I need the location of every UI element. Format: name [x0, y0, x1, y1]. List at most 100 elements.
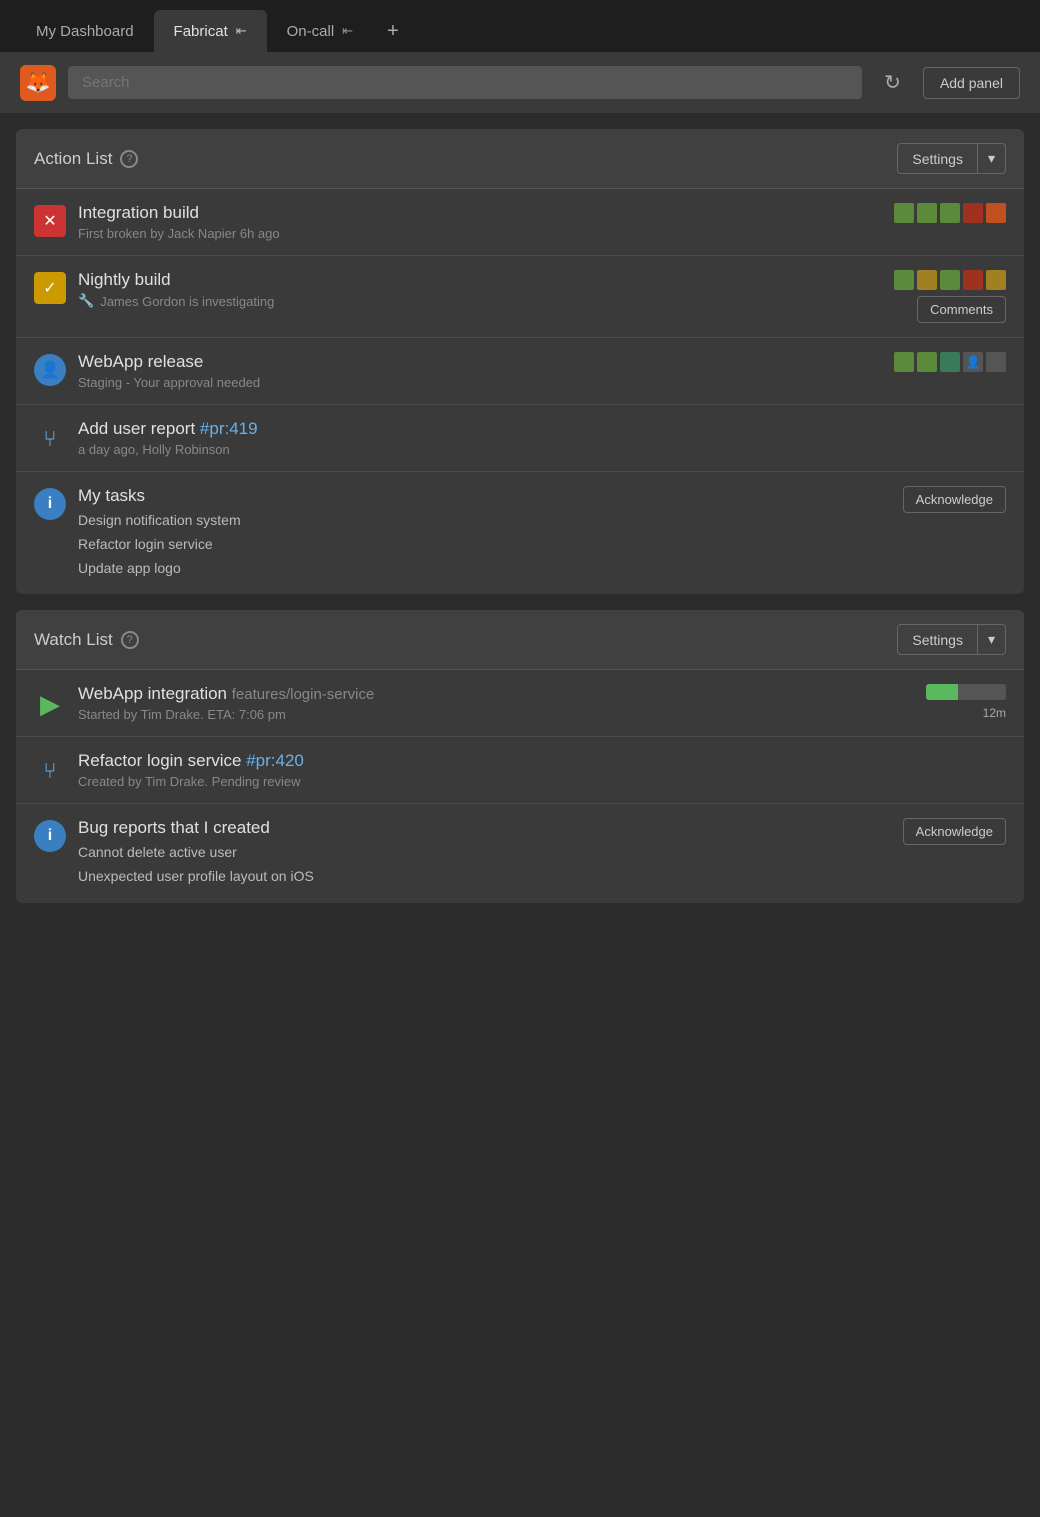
sq5: [986, 352, 1006, 372]
bug-reports-content: Bug reports that I created Cannot delete…: [78, 818, 891, 889]
sq3: [940, 352, 960, 372]
integration-build-content: Integration build First broken by Jack N…: [78, 203, 882, 241]
refactor-login-content: Refactor login service #pr:420 Created b…: [78, 751, 1006, 789]
nightly-build-icon: ✓: [34, 272, 66, 304]
bug-task-item: Unexpected user profile layout on iOS: [78, 865, 891, 889]
webapp-integration-icon: ▶: [34, 688, 66, 720]
action-list-settings-dropdown[interactable]: ▾: [977, 144, 1005, 173]
my-tasks-acknowledge-button[interactable]: Acknowledge: [903, 486, 1006, 513]
add-user-report-title: Add user report #pr:419: [78, 419, 1006, 439]
nightly-build-subtitle: 🔧 James Gordon is investigating: [78, 293, 882, 309]
list-item: i My tasks Design notification system Re…: [16, 472, 1024, 594]
tab-my-dashboard[interactable]: My Dashboard: [16, 10, 154, 52]
nightly-build-comments-button[interactable]: Comments: [917, 296, 1006, 323]
sq2: [917, 270, 937, 290]
tab-fabricat-label: Fabricat: [174, 23, 228, 40]
refactor-login-title: Refactor login service #pr:420: [78, 751, 1006, 771]
webapp-release-right: 👤: [894, 352, 1006, 372]
add-user-report-subtitle: a day ago, Holly Robinson: [78, 442, 1006, 457]
watch-list-header: Watch List ? Settings ▾: [16, 610, 1024, 670]
share-icon: ⇤: [236, 23, 247, 39]
add-panel-button[interactable]: Add panel: [923, 67, 1020, 99]
webapp-release-title: WebApp release: [78, 352, 882, 372]
nightly-build-title: Nightly build: [78, 270, 882, 290]
watch-list-panel: Watch List ? Settings ▾ ▶ WebApp integra…: [16, 610, 1024, 903]
refactor-login-subtitle: Created by Tim Drake. Pending review: [78, 774, 1006, 789]
pr-link: #pr:420: [246, 751, 304, 770]
action-list-help-icon[interactable]: ?: [120, 150, 138, 168]
bug-reports-right: Acknowledge: [903, 818, 1006, 845]
list-item: ✕ Integration build First broken by Jack…: [16, 189, 1024, 256]
sq1: [894, 203, 914, 223]
webapp-release-subtitle: Staging - Your approval needed: [78, 375, 882, 390]
list-item: ▶ WebApp integration features/login-serv…: [16, 670, 1024, 737]
webapp-integration-title: WebApp integration features/login-servic…: [78, 684, 914, 704]
status-squares: 👤: [894, 352, 1006, 372]
refresh-button[interactable]: ↻: [874, 64, 911, 101]
action-list-header: Action List ? Settings ▾: [16, 129, 1024, 189]
my-tasks-content: My tasks Design notification system Refa…: [78, 486, 891, 580]
share-icon-oncall: ⇤: [342, 23, 353, 39]
tab-on-call-label: On-call: [287, 23, 335, 40]
toolbar: 🦊 ↻ Add panel: [0, 52, 1040, 113]
webapp-integration-right: 12m: [926, 684, 1006, 720]
sq4: [963, 270, 983, 290]
webapp-release-icon: 👤: [34, 354, 66, 386]
watch-list-title: Watch List ?: [34, 630, 139, 650]
sq2: [917, 352, 937, 372]
git-branch-icon: ⑂: [43, 760, 56, 782]
add-user-report-icon: ⑂: [34, 423, 66, 455]
tab-fabricat[interactable]: Fabricat ⇤: [154, 10, 267, 52]
progress-label: 12m: [983, 706, 1006, 720]
pr-link: #pr:419: [200, 419, 258, 438]
list-item: ✓ Nightly build 🔧 James Gordon is invest…: [16, 256, 1024, 338]
progress-fill: [926, 684, 958, 700]
git-branch-icon: ⑂: [43, 428, 56, 450]
sq5: [986, 270, 1006, 290]
refactor-login-icon: ⑂: [34, 755, 66, 787]
watch-list-help-icon[interactable]: ?: [121, 631, 139, 649]
progress-bar: [926, 684, 1006, 700]
sq4: 👤: [963, 352, 983, 372]
task-item: Update app logo: [78, 557, 891, 581]
bug-reports-icon: i: [34, 820, 66, 852]
progress-bar-wrap: [926, 684, 1006, 700]
task-item: Refactor login service: [78, 533, 891, 557]
add-user-report-content: Add user report #pr:419 a day ago, Holly…: [78, 419, 1006, 457]
bug-reports-acknowledge-button[interactable]: Acknowledge: [903, 818, 1006, 845]
webapp-integration-subtitle: Started by Tim Drake. ETA: 7:06 pm: [78, 707, 914, 722]
action-list-settings-button[interactable]: Settings: [898, 144, 977, 173]
webapp-release-content: WebApp release Staging - Your approval n…: [78, 352, 882, 390]
status-squares: [894, 270, 1006, 290]
sq2: [917, 203, 937, 223]
list-item: 👤 WebApp release Staging - Your approval…: [16, 338, 1024, 405]
tab-on-call[interactable]: On-call ⇤: [267, 10, 373, 52]
bug-task-item: Cannot delete active user: [78, 841, 891, 865]
action-list-settings-group: Settings ▾: [897, 143, 1006, 174]
bug-reports-title: Bug reports that I created: [78, 818, 891, 838]
sq3: [940, 203, 960, 223]
integration-build-subtitle: First broken by Jack Napier 6h ago: [78, 226, 882, 241]
status-squares: [894, 203, 1006, 223]
my-tasks-icon: i: [34, 488, 66, 520]
tab-my-dashboard-label: My Dashboard: [36, 23, 134, 40]
webapp-integration-content: WebApp integration features/login-servic…: [78, 684, 914, 722]
logo: 🦊: [20, 65, 56, 101]
sq5: [986, 203, 1006, 223]
nightly-build-content: Nightly build 🔧 James Gordon is investig…: [78, 270, 882, 309]
search-input[interactable]: [68, 66, 862, 99]
action-list-panel: Action List ? Settings ▾ ✕ Integration b…: [16, 129, 1024, 594]
list-item: i Bug reports that I created Cannot dele…: [16, 804, 1024, 903]
my-tasks-list: Design notification system Refactor logi…: [78, 509, 891, 580]
list-item: ⑂ Add user report #pr:419 a day ago, Hol…: [16, 405, 1024, 472]
watch-list-settings-group: Settings ▾: [897, 624, 1006, 655]
integration-build-right: [894, 203, 1006, 223]
watch-list-settings-button[interactable]: Settings: [898, 625, 977, 654]
my-tasks-right: Acknowledge: [903, 486, 1006, 513]
sq1: [894, 270, 914, 290]
sq3: [940, 270, 960, 290]
sq4: [963, 203, 983, 223]
bug-reports-tasks: Cannot delete active user Unexpected use…: [78, 841, 891, 889]
tab-add[interactable]: +: [373, 10, 413, 52]
watch-list-settings-dropdown[interactable]: ▾: [977, 625, 1005, 654]
